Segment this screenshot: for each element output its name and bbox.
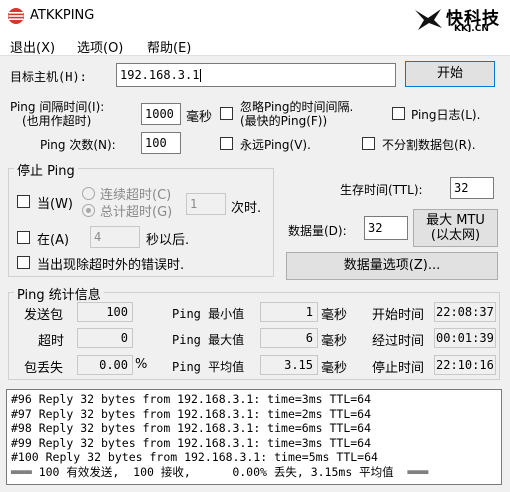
timeout-stat-value: 0 xyxy=(77,328,133,348)
target-host-label: 目标主机(H): xyxy=(10,70,87,84)
times-label: 次时. xyxy=(231,201,262,216)
interval-unit-label: 毫秒 xyxy=(186,110,213,125)
seconds-later-label: 秒以后. xyxy=(146,233,190,248)
min-label: Ping 最小值 xyxy=(172,307,245,321)
ping-forever-checkbox[interactable] xyxy=(220,137,233,150)
loss-value: 0.00 xyxy=(77,355,133,375)
no-fragment-checkbox[interactable] xyxy=(362,137,375,150)
total-timeout-label: 总计超时(G) xyxy=(100,205,173,220)
ping-log-output[interactable]: #96 Reply 32 bytes from 192.168.3.1: tim… xyxy=(6,389,502,485)
avg-label: Ping 平均值 xyxy=(172,360,245,374)
max-mtu-button[interactable]: 最大 MTU (以太网) xyxy=(413,209,498,247)
stop-time-label: 停止时间 xyxy=(372,361,425,376)
ignore-interval-checkbox[interactable] xyxy=(220,107,233,120)
total-timeout-radio[interactable] xyxy=(82,204,95,217)
timeout-stat-label: 超时 xyxy=(38,334,65,349)
max-value: 6 xyxy=(260,328,318,348)
swallow-logo-icon xyxy=(415,9,442,30)
no-fragment-label: 不分割数据包(R). xyxy=(382,138,476,152)
stop-ping-title: 停止 Ping xyxy=(14,160,78,179)
sent-label: 发送包 xyxy=(24,308,64,323)
timeout-count-input[interactable]: 1 xyxy=(186,193,226,215)
stop-when-label: 当(W) xyxy=(37,197,73,212)
max-unit: 毫秒 xyxy=(321,334,348,349)
stop-on-error-checkbox[interactable] xyxy=(17,256,30,269)
menu-bar: 退出(X) 选项(O) 帮助(E) xyxy=(0,32,510,56)
interval-sub-label: (也用作超时) xyxy=(22,114,92,128)
data-size-label: 数据量(D): xyxy=(288,224,347,238)
elapsed-time-label: 经过时间 xyxy=(372,334,425,349)
menu-exit[interactable]: 退出(X) xyxy=(10,37,55,56)
ttl-label: 生存时间(TTL): xyxy=(340,183,423,197)
log-line: #100 Reply 32 bytes from 192.168.3.1: ti… xyxy=(11,450,378,465)
log-line: #99 Reply 32 bytes from 192.168.3.1: tim… xyxy=(11,435,372,450)
log-line: #97 Reply 32 bytes from 192.168.3.1: tim… xyxy=(11,406,372,421)
log-summary-line: ═══ 100 有效发送, 100 接收, 0.00% 丢失, 3.15ms 平… xyxy=(11,464,429,479)
ping-stats-title: Ping 统计信息 xyxy=(14,284,104,303)
menu-options[interactable]: 选项(O) xyxy=(77,37,123,56)
avg-value: 3.15 xyxy=(260,355,318,375)
data-options-button[interactable]: 数据量选项(Z)... xyxy=(286,252,498,280)
loss-unit: % xyxy=(135,357,148,372)
ping-log-label: Ping日志(L). xyxy=(411,108,481,122)
log-line: #98 Reply 32 bytes from 192.168.3.1: tim… xyxy=(11,421,372,436)
count-label: Ping 次数(N): xyxy=(40,138,116,152)
count-input[interactable]: 100 xyxy=(141,132,181,154)
min-value: 1 xyxy=(260,302,318,322)
log-line: #96 Reply 32 bytes from 192.168.3.1: tim… xyxy=(11,392,372,406)
loss-label: 包丢失 xyxy=(24,361,64,376)
start-time-label: 开始时间 xyxy=(372,308,425,323)
sent-value: 100 xyxy=(77,302,133,322)
start-time-value: 22:08:37 xyxy=(434,302,496,322)
interval-input[interactable]: 1000 xyxy=(141,103,181,125)
ttl-input[interactable]: 32 xyxy=(450,177,494,199)
max-label: Ping 最大值 xyxy=(172,333,245,347)
menu-help[interactable]: 帮助(E) xyxy=(147,37,191,56)
stop-at-checkbox[interactable] xyxy=(17,231,30,244)
title-bar: ATKKPING 快科技 KKJ.CN xyxy=(0,0,510,34)
elapsed-time-value: 00:01:39 xyxy=(434,328,496,348)
ignore-interval-sub-label: (最快的Ping(F)) xyxy=(240,114,328,128)
stop-when-checkbox[interactable] xyxy=(17,195,30,208)
stop-on-error-label: 当出现除超时外的错误时. xyxy=(37,258,185,273)
stop-at-label: 在(A) xyxy=(37,233,70,248)
consecutive-timeout-radio[interactable] xyxy=(82,187,95,200)
window-title: ATKKPING xyxy=(30,8,95,23)
ping-log-checkbox[interactable] xyxy=(392,107,405,120)
app-icon xyxy=(7,7,25,25)
data-size-input[interactable]: 32 xyxy=(364,216,408,240)
stop-time-value: 22:10:16 xyxy=(434,355,496,375)
brand-logo: 快科技 KKJ.CN xyxy=(414,4,506,34)
avg-unit: 毫秒 xyxy=(321,361,348,376)
ping-forever-label: 永远Ping(V). xyxy=(240,138,311,152)
start-button[interactable]: 开始 xyxy=(405,61,495,87)
min-unit: 毫秒 xyxy=(321,308,348,323)
target-host-input[interactable]: 192.168.3.1 xyxy=(116,63,396,87)
stop-seconds-input[interactable]: 4 xyxy=(90,226,140,248)
